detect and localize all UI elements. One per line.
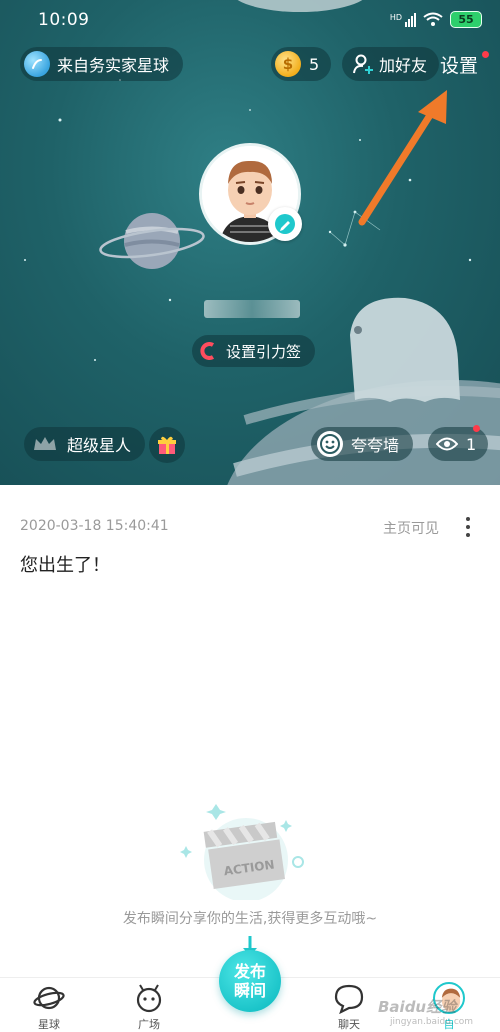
saturn-planet	[99, 213, 205, 269]
coin-balance-chip[interactable]: $ 5	[271, 47, 332, 81]
tutorial-arrow	[358, 90, 447, 226]
clapperboard-illustration: ACTION	[180, 804, 304, 900]
tab-planet-label: 星球	[38, 1018, 60, 1031]
origin-planet-chip[interactable]: 来自务实家星球	[20, 47, 184, 81]
magnet-icon	[200, 342, 215, 360]
status-bar: 10:09 HD 55	[0, 0, 500, 42]
more-options-icon[interactable]	[458, 515, 478, 539]
ghost-creature	[350, 297, 460, 402]
post-timestamp: 2020-03-18 15:40:41	[20, 518, 169, 534]
coin-icon: $	[275, 51, 301, 77]
edit-avatar-button[interactable]	[268, 207, 302, 241]
planet-badge-icon	[24, 51, 50, 77]
publish-moment-button[interactable]: 发布 瞬间	[219, 950, 281, 1012]
tab-chat-label: 聊天	[338, 1018, 360, 1031]
coin-count: 5	[309, 54, 320, 74]
tab-square-label: 广场	[138, 1018, 160, 1031]
post-content: 您出生了！	[20, 555, 110, 576]
add-friend-label: 加好友	[379, 56, 428, 75]
super-star-button[interactable]: 超级星人	[24, 427, 146, 461]
edit-pen-icon	[275, 214, 295, 234]
origin-planet-label: 来自务实家星球	[57, 56, 170, 75]
add-friend-button[interactable]: 加好友	[342, 47, 440, 81]
settings-notification-dot	[482, 51, 489, 58]
gravity-tag-label: 设置引力签	[226, 342, 302, 361]
profile-hero: 10:09 HD 55 来自务实家星球 $ 5 加好友 设置 设置引力签 超级星…	[0, 0, 500, 485]
tab-square[interactable]: 广场	[114, 982, 184, 1032]
battery-indicator: 55	[450, 11, 482, 28]
super-star-label: 超级星人	[67, 436, 132, 455]
watermark-domain: jingyan.baidu.com	[390, 1017, 474, 1027]
praise-wall-button[interactable]: 夸夸墙	[311, 427, 414, 461]
planet-icon	[33, 986, 65, 1010]
publish-label-line1: 发布	[233, 962, 266, 981]
tab-chat[interactable]: 聊天	[314, 982, 384, 1032]
alien-face-icon	[136, 984, 162, 1013]
wifi-icon	[423, 12, 443, 26]
visitors-button[interactable]: 1	[428, 427, 489, 461]
eye-icon	[436, 437, 458, 451]
gift-icon	[158, 436, 176, 454]
tab-planet[interactable]: 星球	[14, 982, 84, 1032]
praise-wall-label: 夸夸墙	[351, 436, 400, 455]
chat-bubble-icon	[334, 984, 364, 1014]
visitors-notification-dot	[473, 425, 480, 432]
status-time: 10:09	[38, 10, 90, 30]
gift-button[interactable]	[149, 427, 185, 463]
watermark-brand: Baidu经验	[378, 998, 457, 1016]
publish-label-line2: 瞬间	[233, 981, 266, 1000]
empty-state-hint: 发布瞬间分享你的生活,获得更多互动哦~	[122, 911, 378, 927]
visitors-count: 1	[466, 434, 477, 454]
crown-icon	[34, 437, 56, 450]
signal-icon: HD	[390, 12, 416, 27]
settings-button[interactable]: 设置	[440, 51, 478, 78]
status-icons: HD 55	[390, 11, 482, 28]
smile-icon	[317, 431, 343, 457]
post-visibility-label: 主页可见	[383, 521, 439, 537]
add-friend-icon	[353, 54, 373, 74]
nickname-redacted	[204, 300, 300, 318]
set-gravity-tag-button[interactable]: 设置引力签	[192, 335, 316, 367]
